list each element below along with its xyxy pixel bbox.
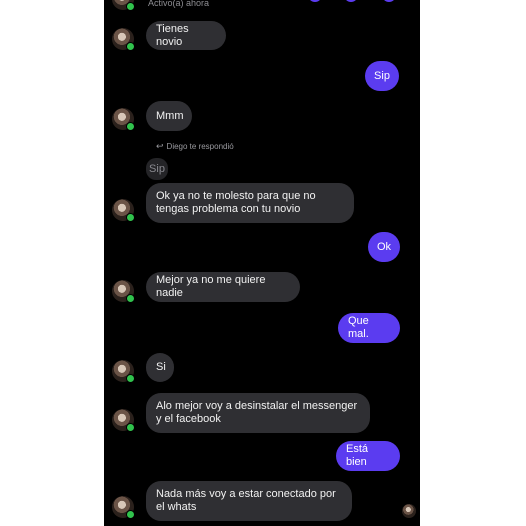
incoming-message[interactable]: Alo mejor voy a desinstalar el messenger…: [146, 393, 370, 433]
contact-avatar[interactable]: [112, 496, 135, 519]
quoted-message[interactable]: Sip: [146, 158, 168, 180]
contact-avatar[interactable]: [112, 0, 135, 11]
contact-avatar[interactable]: [112, 360, 135, 383]
contact-avatar[interactable]: [112, 28, 135, 51]
outgoing-message[interactable]: Ok: [368, 232, 400, 262]
incoming-message[interactable]: Mmm: [146, 101, 192, 131]
online-status-dot: [126, 374, 135, 383]
online-status-dot: [126, 510, 135, 519]
online-status-dot: [126, 213, 135, 222]
outgoing-message[interactable]: Está bien: [336, 441, 400, 471]
incoming-message[interactable]: Nada más voy a estar conectado por el wh…: [146, 481, 352, 521]
seen-receipt-avatar: [402, 504, 416, 518]
info-icon[interactable]: [382, 0, 396, 2]
online-status-dot: [126, 122, 135, 131]
outgoing-message[interactable]: Sip: [365, 61, 399, 91]
incoming-message[interactable]: Tienes novio: [146, 21, 226, 50]
reply-arrow-icon: ↩: [156, 141, 164, 151]
reply-note-text: Diego te respondió: [166, 142, 234, 151]
chat-window: Activo(a) ahora Tienes novio Sip Mmm ↩ Di…: [104, 0, 420, 526]
call-icon[interactable]: [308, 0, 322, 2]
incoming-message[interactable]: Si: [146, 353, 174, 382]
incoming-message[interactable]: Mejor ya no me quiere nadie: [146, 272, 300, 302]
contact-avatar[interactable]: [112, 280, 135, 303]
online-status-dot: [126, 423, 135, 432]
contact-avatar[interactable]: [112, 108, 135, 131]
contact-avatar[interactable]: [112, 199, 135, 222]
online-status-dot: [126, 2, 135, 11]
incoming-message[interactable]: Ok ya no te molesto para que no tengas p…: [146, 183, 354, 223]
video-call-icon[interactable]: [344, 0, 358, 2]
outgoing-message[interactable]: Que mal.: [338, 313, 400, 343]
contact-avatar[interactable]: [112, 409, 135, 432]
reply-note: ↩ Diego te respondió: [156, 141, 234, 152]
active-status-text: Activo(a) ahora: [148, 0, 210, 8]
online-status-dot: [126, 294, 135, 303]
online-status-dot: [126, 42, 135, 51]
